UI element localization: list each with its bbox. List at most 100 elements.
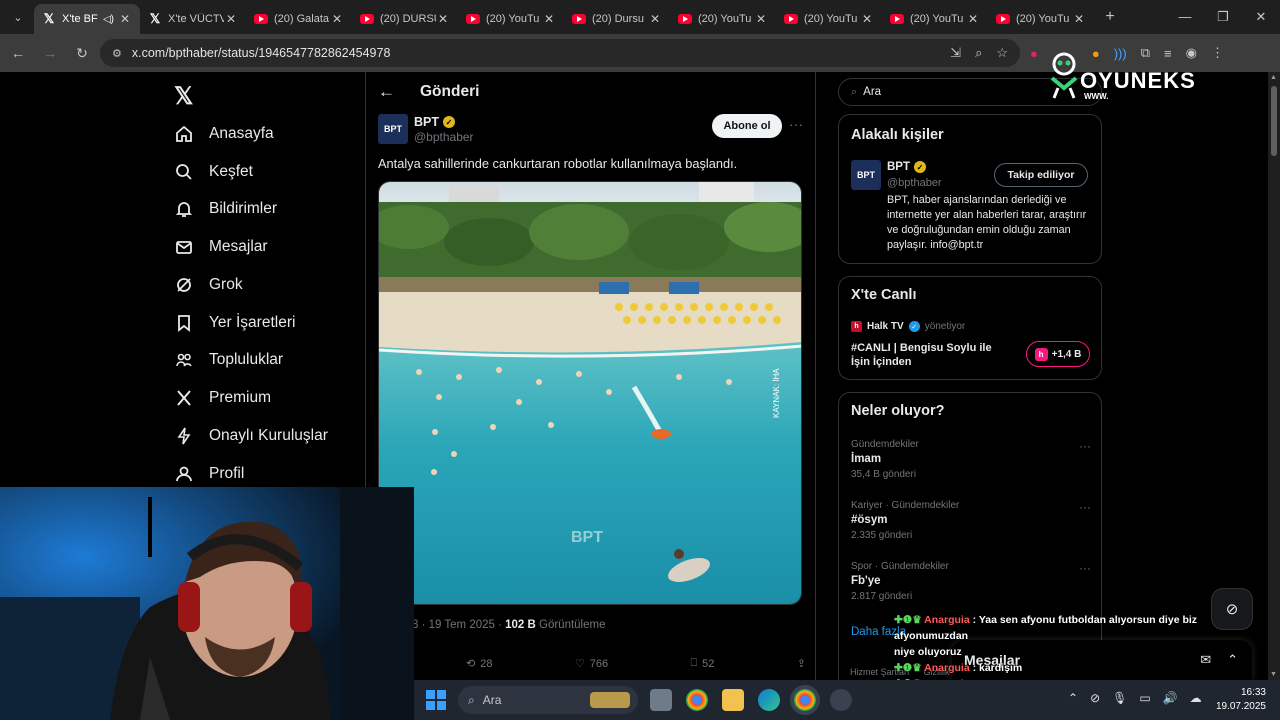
browser-tab[interactable]: (20) YouTu ✕: [458, 4, 564, 34]
back-arrow-icon[interactable]: ←: [378, 82, 395, 102]
back-button[interactable]: ←: [4, 45, 32, 61]
display-icon[interactable]: ▭: [1139, 691, 1150, 705]
install-app-icon[interactable]: ⇲: [950, 45, 961, 61]
related-name[interactable]: BPT ✓: [887, 161, 926, 173]
scrollbar-thumb[interactable]: [1271, 86, 1277, 156]
mail-icon: [174, 237, 194, 257]
nav-item-topluluklar[interactable]: Topluluklar: [174, 345, 283, 375]
browser-tab[interactable]: (20) YouTu ✕: [988, 4, 1094, 34]
network-off-icon[interactable]: ⊘: [1090, 691, 1100, 705]
avatar[interactable]: BPT: [851, 160, 881, 190]
file-explorer-icon[interactable]: [722, 689, 744, 711]
nav-item-label: Mesajlar: [209, 238, 268, 255]
trend-category: Spor · Gündemdekiler: [851, 561, 949, 572]
extension-red-icon[interactable]: ●: [1030, 46, 1038, 61]
avatar[interactable]: BPT: [378, 114, 408, 144]
close-tab-icon[interactable]: ✕: [224, 12, 238, 26]
reload-button[interactable]: ↻: [68, 45, 96, 62]
live-listeners-pill[interactable]: h +1,4 B: [1026, 341, 1090, 367]
browser-tab[interactable]: (20) YouTu ✕: [882, 4, 988, 34]
close-tab-icon[interactable]: ✕: [966, 12, 980, 26]
close-tab-icon[interactable]: ✕: [1072, 12, 1086, 26]
app-icon[interactable]: [830, 689, 852, 711]
trend-item[interactable]: Spor · Gündemdekiler Fb'ye 2.817 gönderi ··…: [851, 561, 1091, 602]
bookmark-star-icon[interactable]: ☆: [996, 45, 1008, 61]
browser-tab[interactable]: (20) YouTu ✕: [670, 4, 776, 34]
browser-tab[interactable]: (20) Galata ✕: [246, 4, 352, 34]
bookmark-button[interactable]: ⎕ 52: [691, 657, 715, 670]
live-host[interactable]: h Halk TV ✓ yönetiyor: [851, 321, 965, 332]
nav-item-onayl-kurulu-lar[interactable]: Onaylı Kuruluşlar: [174, 421, 328, 451]
zoom-icon[interactable]: ⌕: [975, 45, 982, 61]
maximize-button[interactable]: ❐: [1204, 0, 1242, 34]
tweet-actions: ⟲ 28 ♡ 766 ⎕ 52 ⇪: [466, 657, 806, 670]
microphone-icon[interactable]: 🎙: [1112, 691, 1127, 705]
search-icon: ⌕: [468, 692, 475, 707]
task-view-icon[interactable]: [650, 689, 672, 711]
windows-start-icon[interactable]: [426, 690, 446, 710]
nav-item-ke-fet[interactable]: Keşfet: [174, 157, 253, 187]
x-logo-icon[interactable]: 𝕏: [174, 82, 193, 111]
page-scrollbar[interactable]: ▲ ▼: [1268, 72, 1280, 680]
following-button[interactable]: Takip ediliyor: [994, 163, 1088, 187]
close-tab-icon[interactable]: ✕: [648, 12, 662, 26]
more-options-icon[interactable]: ···: [789, 116, 803, 132]
share-button[interactable]: ⇪: [797, 657, 806, 670]
volume-icon[interactable]: 🔊: [1163, 691, 1178, 705]
nav-item-premium[interactable]: Premium: [174, 383, 271, 413]
more-options-icon[interactable]: ···: [1079, 439, 1091, 453]
related-people-card: Alakalı kişiler BPT BPT ✓ @bpthaber Taki…: [838, 114, 1102, 264]
live-card: X'te Canlı h Halk TV ✓ yönetiyor #CANLI …: [838, 276, 1102, 380]
tweet-video[interactable]: KAYNAK: İHA BPT: [378, 181, 802, 605]
window-controls: — ❐ ✕: [1166, 0, 1280, 34]
retweet-button[interactable]: ⟲ 28: [466, 657, 492, 671]
close-tab-icon[interactable]: ✕: [542, 12, 556, 26]
author-name[interactable]: BPT ✓: [414, 115, 455, 129]
taskbar-search[interactable]: ⌕ Ara: [458, 686, 638, 714]
close-window-button[interactable]: ✕: [1242, 0, 1280, 34]
tab-search-button[interactable]: ⌄: [6, 5, 30, 29]
browser-tab[interactable]: (20) YouTu ✕: [776, 4, 882, 34]
nav-item-mesajlar[interactable]: Mesajlar: [174, 232, 268, 262]
trend-item[interactable]: Gündemdekiler İmam 35,4 B gönderi ···: [851, 439, 1091, 480]
subscribe-button[interactable]: Abone ol: [712, 114, 782, 138]
close-tab-icon[interactable]: ✕: [330, 12, 344, 26]
minimize-button[interactable]: —: [1166, 0, 1204, 34]
nav-item-yer-i-aretleri[interactable]: Yer İşaretleri: [174, 308, 295, 338]
new-tab-button[interactable]: +: [1098, 8, 1122, 26]
nav-item-label: Keşfet: [209, 163, 253, 180]
forward-button[interactable]: →: [36, 45, 64, 61]
nav-item-bildirimler[interactable]: Bildirimler: [174, 194, 277, 224]
chrome-icon[interactable]: [686, 689, 708, 711]
close-tab-icon[interactable]: ✕: [860, 12, 874, 26]
cloud-icon[interactable]: ☁: [1190, 691, 1202, 705]
address-bar[interactable]: ⚙ x.com/bpthaber/status/1946547782862454…: [100, 39, 1020, 67]
site-info-icon[interactable]: ⚙: [112, 47, 122, 60]
nav-item-label: Anasayfa: [209, 125, 274, 142]
taskbar-clock[interactable]: 16:33 19.07.2025: [1216, 686, 1266, 714]
related-handle[interactable]: @bpthaber: [887, 177, 942, 189]
more-options-icon[interactable]: ···: [1079, 500, 1091, 514]
like-button[interactable]: ♡ 766: [575, 657, 608, 671]
close-tab-icon[interactable]: ✕: [754, 12, 768, 26]
live-stream-title[interactable]: #CANLI | Bengisu Soylu ile İşin İçinden: [851, 341, 1011, 369]
x-logo-icon: 𝕏: [149, 11, 161, 26]
scroll-up-icon[interactable]: ▲: [1270, 74, 1277, 81]
close-tab-icon[interactable]: ✕: [436, 12, 450, 26]
chrome-active-icon[interactable]: [794, 689, 816, 711]
close-tab-icon[interactable]: ✕: [118, 12, 132, 26]
more-options-icon[interactable]: ···: [1079, 561, 1091, 575]
audio-playing-icon[interactable]: ◁): [103, 14, 114, 25]
browser-tab[interactable]: 𝕏 X'te BF ◁) ✕: [34, 4, 140, 34]
trend-item[interactable]: Kariyer · Gündemdekiler #ösym 2.335 gönder…: [851, 500, 1091, 541]
nav-item-anasayfa[interactable]: Anasayfa: [174, 119, 274, 149]
browser-tab[interactable]: (20) DURSU ✕: [352, 4, 458, 34]
author-handle[interactable]: @bpthaber: [414, 130, 474, 144]
nav-item-profil[interactable]: Profil: [174, 459, 244, 489]
browser-tab[interactable]: (20) Dursu ✕: [564, 4, 670, 34]
browser-tab[interactable]: 𝕏 X'te VÜCTV ✕: [140, 4, 246, 34]
edge-icon[interactable]: [758, 689, 780, 711]
nav-item-grok[interactable]: Grok: [174, 270, 243, 300]
chevron-up-icon[interactable]: ⌃: [1068, 691, 1078, 705]
webcam-overlay: [0, 487, 414, 720]
